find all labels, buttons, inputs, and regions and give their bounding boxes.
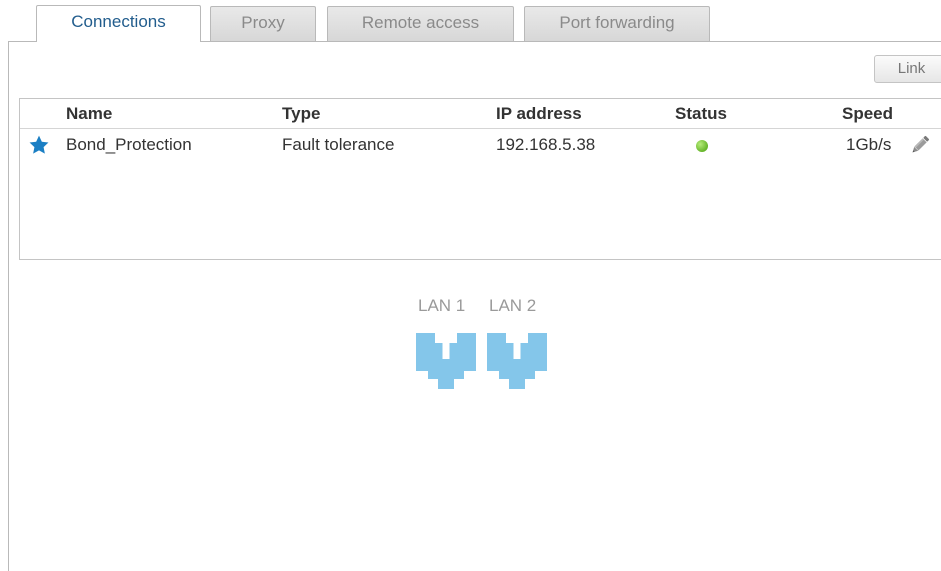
tab-connections[interactable]: Connections — [36, 5, 201, 42]
column-header-name[interactable]: Name — [66, 104, 112, 124]
column-header-status[interactable]: Status — [675, 104, 727, 124]
tab-port-forwarding[interactable]: Port forwarding — [524, 6, 710, 41]
tab-proxy[interactable]: Proxy — [210, 6, 316, 41]
connections-table: Name Type IP address Status Speed Bond_P… — [19, 98, 941, 260]
connection-type: Fault tolerance — [282, 135, 395, 154]
ethernet-port-icon[interactable] — [487, 327, 547, 389]
link-button[interactable]: Link — [874, 55, 941, 83]
connections-panel: Link Name Type IP address Status Speed B… — [8, 41, 941, 571]
ethernet-port-icon[interactable] — [416, 327, 476, 389]
column-header-speed[interactable]: Speed — [842, 104, 893, 124]
table-row[interactable]: Bond_Protection Fault tolerance 192.168.… — [20, 129, 941, 161]
table-header: Name Type IP address Status Speed — [20, 99, 941, 129]
pencil-icon[interactable] — [908, 133, 932, 157]
connection-speed: 1Gb/s — [846, 135, 892, 154]
tab-remote-access[interactable]: Remote access — [327, 6, 514, 41]
connection-name: Bond_Protection — [66, 135, 192, 154]
connection-ip: 192.168.5.38 — [496, 135, 596, 154]
status-green-dot-icon — [696, 140, 708, 152]
lan-2-label: LAN 2 — [489, 296, 537, 315]
column-header-ip[interactable]: IP address — [496, 104, 582, 124]
column-header-type[interactable]: Type — [282, 104, 320, 124]
lan-1-label: LAN 1 — [418, 296, 466, 315]
star-icon — [29, 135, 49, 154]
